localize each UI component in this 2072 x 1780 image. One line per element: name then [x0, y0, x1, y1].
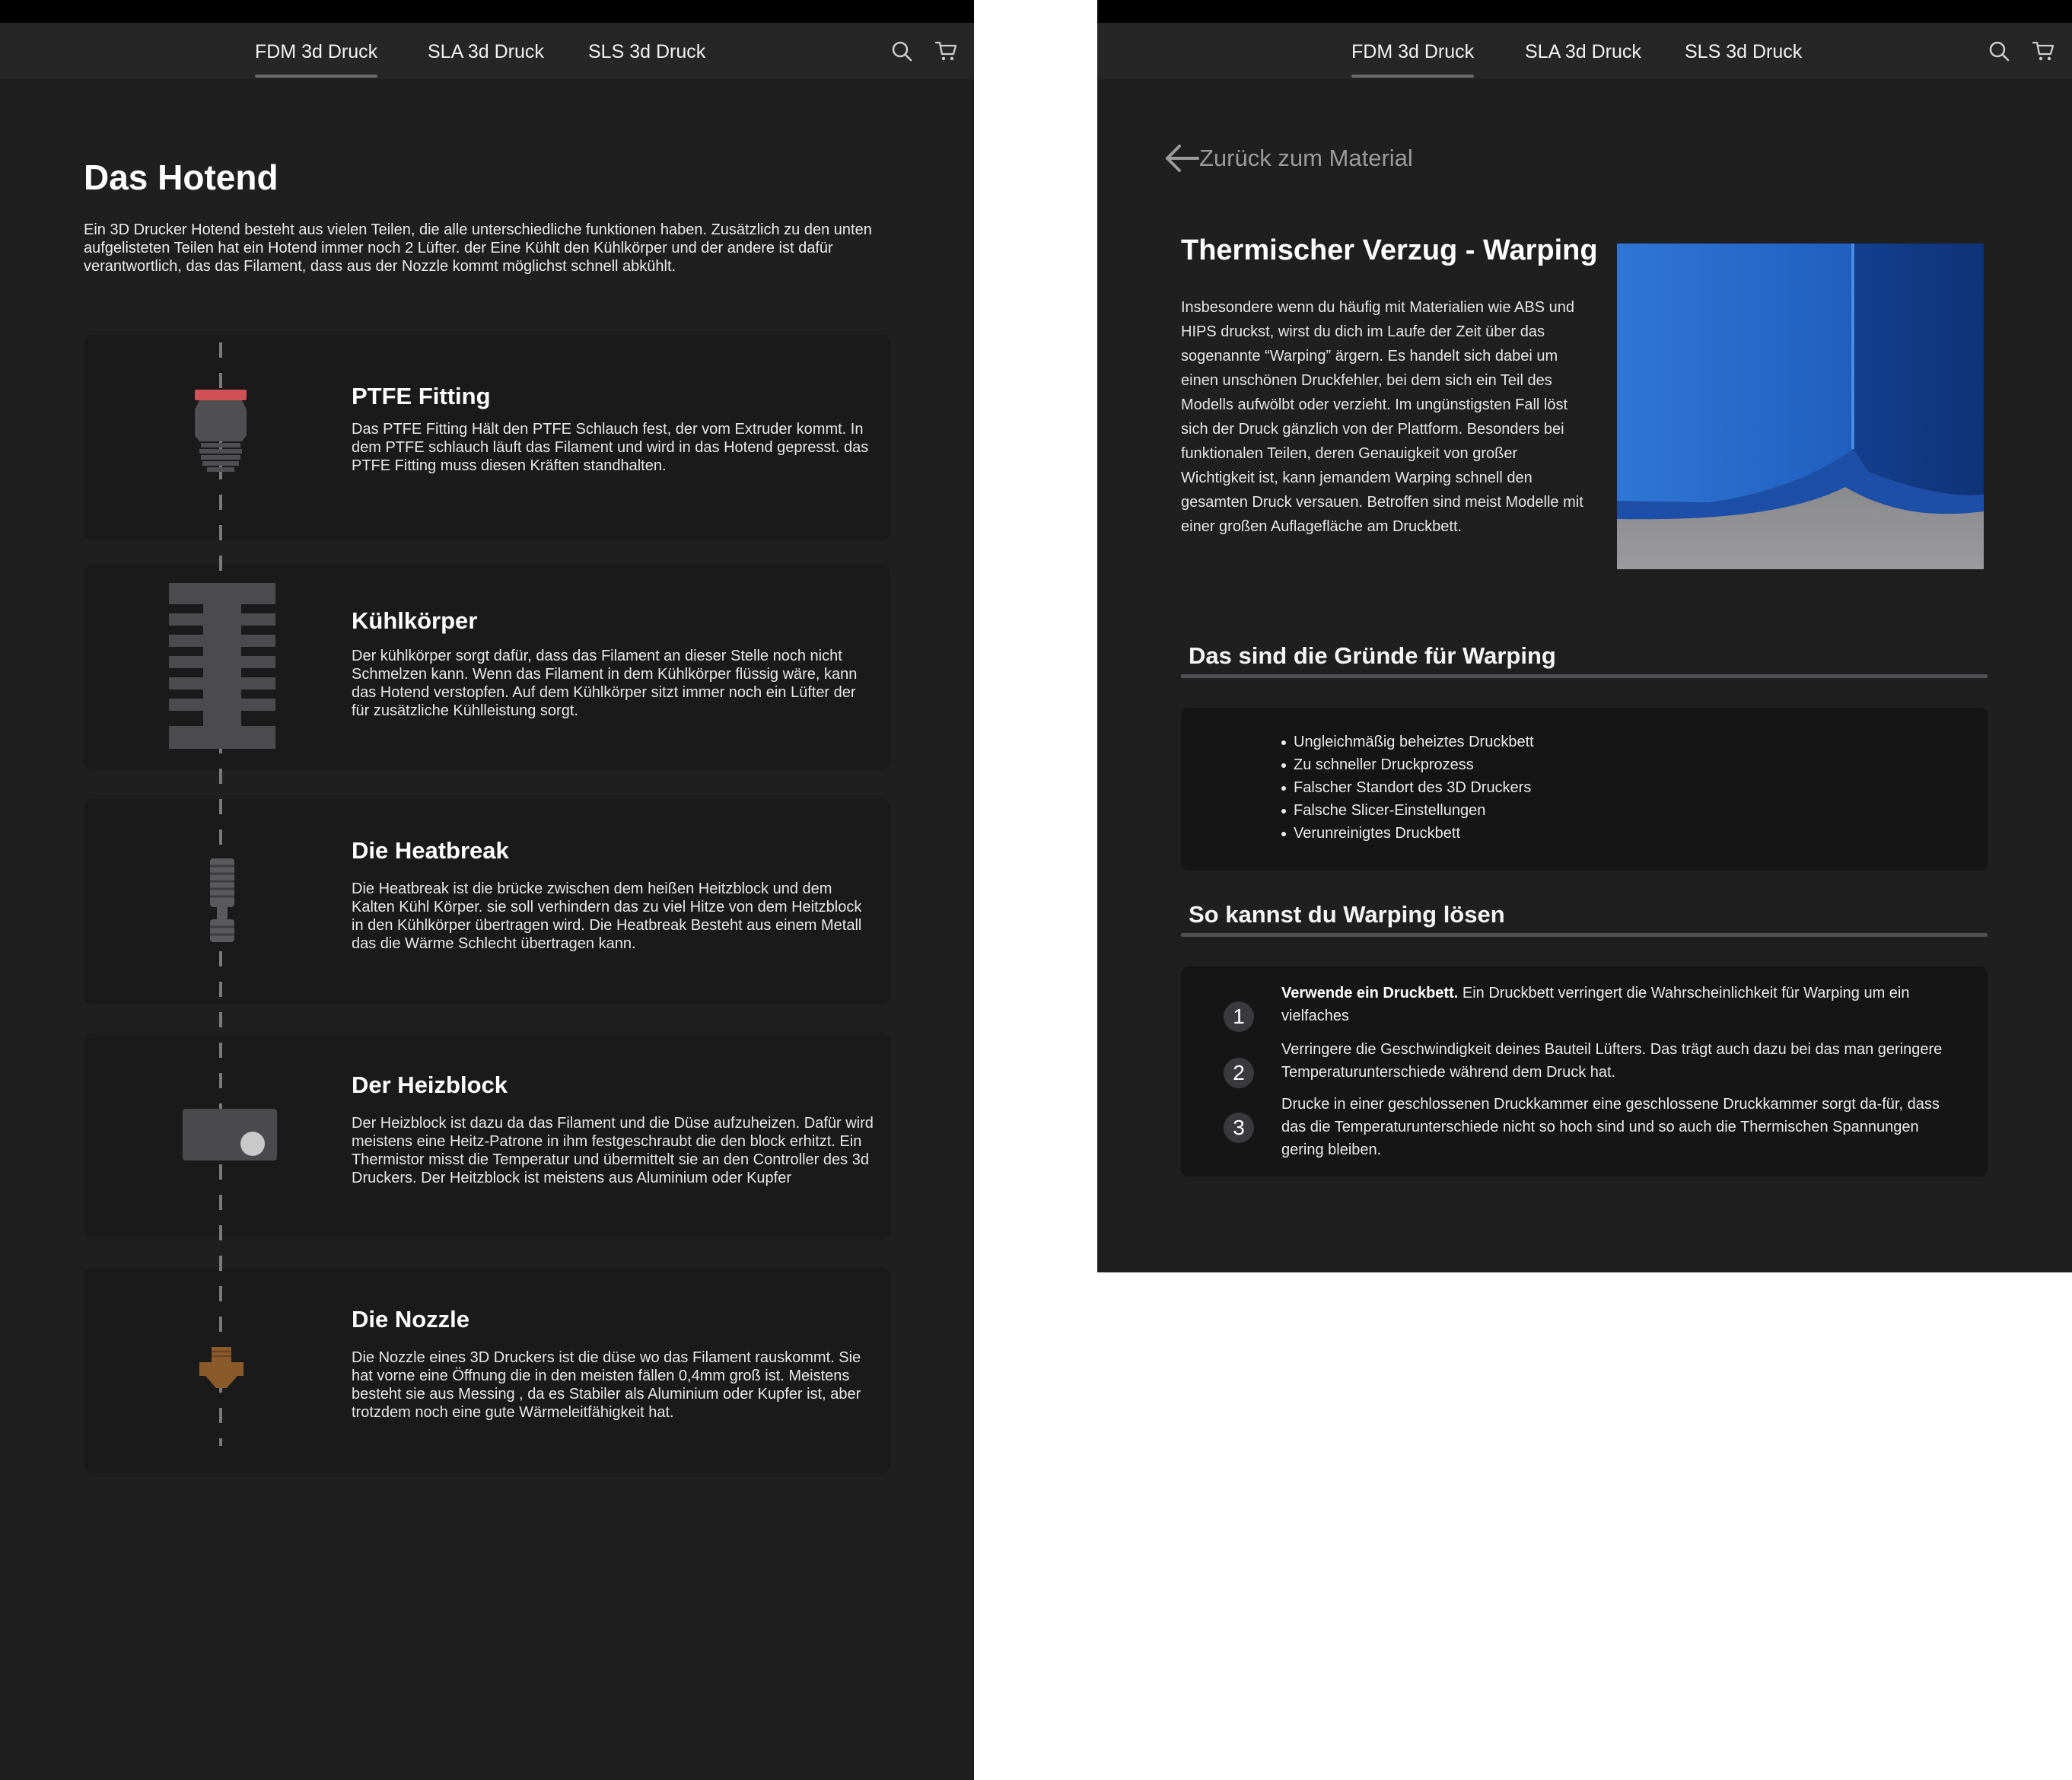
step-text: Verringere die Geschwindigkeit deines Ba…: [1281, 1038, 1943, 1084]
cart-icon[interactable]: [934, 40, 957, 62]
warping-photo-illustration: [1617, 244, 1984, 569]
part-text: Die Heatbreak ist die brücke zwischen de…: [352, 880, 862, 952]
reasons-box: Ungleichmäßig beheiztes Druckbett Zu sch…: [1181, 708, 1988, 871]
tab-fdm[interactable]: FDM 3d Druck: [255, 41, 378, 78]
step-body: Drucke in einer geschlossenen Druckkamme…: [1281, 1096, 1940, 1158]
solutions-divider: [1181, 933, 1988, 937]
part-title: Die Nozzle: [352, 1306, 470, 1333]
step-number: 2: [1224, 1058, 1254, 1088]
step-bold: Verwende ein Druckbett.: [1281, 985, 1459, 1001]
search-icon[interactable]: [1988, 40, 2010, 62]
cart-icon[interactable]: [2032, 40, 2054, 62]
part-text: Der Heizblock ist dazu da das Filament u…: [352, 1115, 874, 1186]
step-number: 3: [1224, 1113, 1254, 1143]
reasons-heading: Das sind die Gründe für Warping: [1189, 642, 1556, 669]
list-item: Zu schneller Druckprozess: [1281, 753, 1534, 776]
status-bar: [0, 0, 974, 23]
tab-sls[interactable]: SLS 3d Druck: [1685, 41, 1802, 63]
step-body: Verringere die Geschwindigkeit deines Ba…: [1281, 1041, 1943, 1081]
page-title: Das Hotend: [84, 158, 278, 197]
step-text: Verwende ein Druckbett. Ein Druckbett ve…: [1281, 982, 1943, 1027]
nozzle-icon: [199, 1347, 243, 1388]
part-title: Der Heizblock: [352, 1072, 508, 1098]
step-number: 1: [1224, 1001, 1254, 1032]
part-text: Das PTFE Fitting Hält den PTFE Schlauch …: [352, 421, 869, 474]
part-title: Die Heatbreak: [352, 837, 509, 864]
solutions-heading: So kannst du Warping lösen: [1189, 901, 1505, 928]
reasons-list: Ungleichmäßig beheiztes Druckbett Zu sch…: [1281, 731, 1534, 845]
solutions-box: 1 Verwende ein Druckbett. Ein Druckbett …: [1181, 966, 1988, 1177]
heatsink-icon: [169, 583, 275, 749]
part-title: PTFE Fitting: [352, 383, 491, 409]
reasons-divider: [1181, 674, 1988, 678]
part-text: Der kühlkörper sorgt dafür, dass das Fil…: [352, 648, 858, 719]
list-item: Ungleichmäßig beheiztes Druckbett: [1281, 731, 1534, 753]
back-link-label: Zurück zum Material: [1199, 145, 1413, 171]
navbar: FDM 3d Druck SLA 3d Druck SLS 3d Druck: [1097, 23, 2072, 79]
heatbreak-icon: [210, 858, 234, 942]
tab-sla[interactable]: SLA 3d Druck: [1525, 41, 1641, 63]
tab-sla[interactable]: SLA 3d Druck: [428, 41, 544, 63]
part-title: Kühlkörper: [352, 607, 478, 634]
hotend-page: FDM 3d Druck SLA 3d Druck SLS 3d Druck D…: [0, 0, 974, 1780]
page-title: Thermischer Verzug - Warping: [1181, 234, 1598, 266]
search-icon[interactable]: [890, 40, 913, 62]
tab-fdm[interactable]: FDM 3d Druck: [1351, 41, 1475, 78]
navbar: FDM 3d Druck SLA 3d Druck SLS 3d Druck: [0, 23, 974, 79]
warping-page: FDM 3d Druck SLA 3d Druck SLS 3d Druck Z…: [1097, 0, 2072, 1272]
warping-photo: [1617, 244, 1984, 569]
tab-sls[interactable]: SLS 3d Druck: [588, 41, 705, 63]
intro-text: Ein 3D Drucker Hotend besteht aus vielen…: [84, 221, 872, 275]
part-text: Die Nozzle eines 3D Druckers ist die düs…: [352, 1349, 861, 1421]
list-item: Verunreinigtes Druckbett: [1281, 822, 1534, 845]
ptfe-fitting-icon: [195, 390, 247, 472]
warping-description: Insbesondere wenn du häufig mit Material…: [1181, 299, 1583, 535]
list-item: Falsche Slicer-Einstellungen: [1281, 799, 1534, 822]
arrow-left-icon: [1166, 145, 1199, 172]
heater-block-icon: [183, 1109, 277, 1161]
part-card-heatbreak: Die Heatbreak Die Heatbreak ist die brüc…: [84, 799, 890, 1005]
step-text: Drucke in einer geschlossenen Druckkamme…: [1281, 1093, 1943, 1161]
status-bar: [1097, 0, 2072, 23]
list-item: Falscher Standort des 3D Druckers: [1281, 776, 1534, 799]
